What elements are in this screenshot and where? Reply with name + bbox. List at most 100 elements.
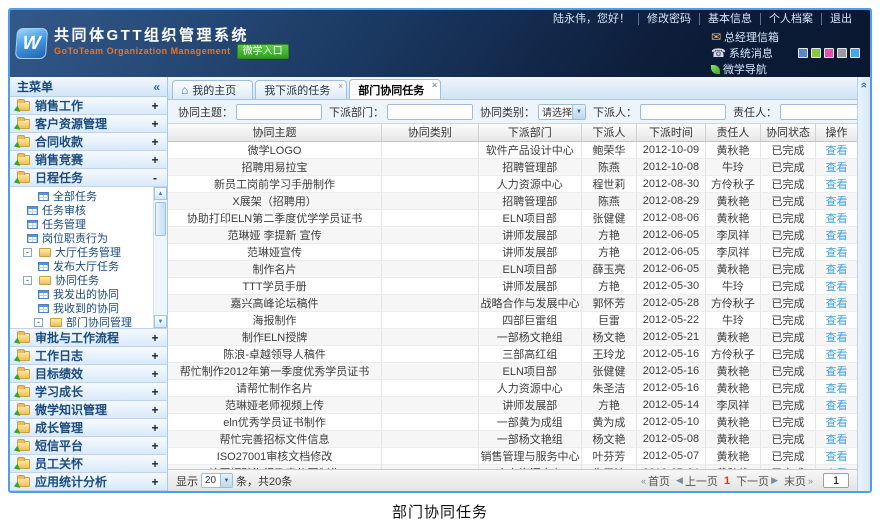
view-link[interactable]: 查看 (826, 349, 848, 361)
view-link[interactable]: 查看 (826, 196, 848, 208)
sidebar-tree-item[interactable]: 任务审核 (12, 203, 153, 217)
tree-item[interactable]: 发布大厅任务 (34, 260, 123, 273)
tree-collapse-icon[interactable]: - (34, 318, 43, 327)
sidebar-tree-item[interactable]: -部门协同管理 (12, 315, 153, 328)
sidebar-collapse-icon[interactable]: « (153, 80, 160, 94)
sidebar-tree-item[interactable]: 我收到的协同 (12, 301, 153, 315)
main-scrollbar[interactable]: » (857, 77, 870, 491)
expand-icon[interactable]: + (150, 367, 160, 381)
expand-icon[interactable]: + (150, 421, 160, 435)
close-icon[interactable]: × (432, 80, 437, 90)
view-link[interactable]: 查看 (826, 434, 848, 446)
tree-item[interactable]: 我发出的协同 (34, 288, 123, 301)
collapse-icon[interactable]: - (150, 171, 160, 185)
filter-select[interactable]: 请选择▼ (538, 104, 586, 120)
quick-link[interactable]: ☎系统消息 (711, 45, 779, 61)
view-link[interactable]: 查看 (826, 366, 848, 378)
tree-collapse-icon[interactable]: - (23, 248, 32, 257)
sidebar-tree-item[interactable]: 我发出的协同 (12, 287, 153, 301)
close-icon[interactable]: × (338, 81, 343, 91)
view-link[interactable]: 查看 (826, 213, 848, 225)
view-link[interactable]: 查看 (826, 230, 848, 242)
expand-icon[interactable]: + (150, 385, 160, 399)
view-link[interactable]: 查看 (826, 162, 848, 174)
view-link[interactable]: 查看 (826, 179, 848, 191)
theme-swatch[interactable] (850, 48, 860, 58)
expand-icon[interactable]: + (150, 117, 160, 131)
sidebar-group-item[interactable]: 微学知识管理+ (10, 401, 167, 419)
sidebar-group-item[interactable]: 销售竞赛+ (10, 151, 167, 169)
sidebar-tree-item[interactable]: 任务管理 (12, 217, 153, 231)
sidebar-group-item[interactable]: 日程任务- (10, 169, 167, 187)
header-link[interactable]: 个人档案 (760, 13, 821, 25)
header-link[interactable]: 基本信息 (699, 13, 760, 25)
view-link[interactable]: 查看 (826, 298, 848, 310)
tab-item[interactable]: ⌂我的主页 (172, 80, 253, 99)
filter-input[interactable] (387, 104, 473, 120)
quick-link[interactable]: 微学导航 (711, 61, 779, 77)
tree-item[interactable]: 大厅任务管理 (35, 246, 125, 259)
expand-icon[interactable]: + (150, 99, 160, 113)
header-link[interactable]: 退出 (821, 13, 860, 25)
view-link[interactable]: 查看 (826, 383, 848, 395)
sidebar-group-item[interactable]: 成长管理+ (10, 419, 167, 437)
tree-item[interactable]: 任务管理 (23, 218, 90, 231)
view-link[interactable]: 查看 (826, 145, 848, 157)
sidebar-group-item[interactable]: 目标绩效+ (10, 365, 167, 383)
view-link[interactable]: 查看 (826, 451, 848, 463)
prev-page-button[interactable]: ◀ 上一页 (676, 473, 718, 489)
quick-link[interactable]: ✉总经理信箱 (711, 29, 779, 45)
view-link[interactable]: 查看 (826, 417, 848, 429)
next-page-button[interactable]: 下一页 ▶ (736, 473, 778, 489)
view-link[interactable]: 查看 (826, 400, 848, 412)
tree-item[interactable]: 任务审核 (23, 204, 90, 217)
last-page-button[interactable]: 末页 » (784, 473, 813, 489)
view-link[interactable]: 查看 (826, 315, 848, 327)
view-link[interactable]: 查看 (826, 332, 848, 344)
expand-icon[interactable]: + (150, 475, 160, 489)
scroll-up-icon[interactable]: ▲ (154, 187, 167, 200)
expand-icon[interactable]: + (150, 349, 160, 363)
theme-swatch[interactable] (798, 48, 808, 58)
sidebar-group-item[interactable]: 应用统计分析+ (10, 473, 167, 491)
tree-collapse-icon[interactable]: - (23, 276, 32, 285)
header-link[interactable]: 修改密码 (638, 13, 699, 25)
sidebar-group-item[interactable]: 销售工作+ (10, 97, 167, 115)
tab-active[interactable]: 部门协同任务× (349, 79, 441, 99)
sidebar-tree-item[interactable]: 岗位职责行为 (12, 231, 153, 245)
collapse-panel-icon[interactable]: » (859, 82, 869, 88)
sidebar-group-item[interactable]: 合同收款+ (10, 133, 167, 151)
sidebar-tree-item[interactable]: 发布大厅任务 (12, 259, 153, 273)
tree-scrollbar[interactable]: ▲ ▼ (153, 187, 167, 328)
view-link[interactable]: 查看 (826, 281, 848, 293)
filter-input[interactable] (236, 104, 322, 120)
sidebar-group-item[interactable]: 工作日志+ (10, 347, 167, 365)
scroll-thumb[interactable] (155, 202, 166, 236)
weixue-entry-button[interactable]: 微学入口 (237, 44, 289, 59)
theme-swatch[interactable] (837, 48, 847, 58)
page-size-select[interactable]: 20 ▼ (201, 473, 233, 488)
expand-icon[interactable]: + (150, 457, 160, 471)
page-number-input[interactable] (823, 473, 849, 488)
sidebar-group-item[interactable]: 短信平台+ (10, 437, 167, 455)
expand-icon[interactable]: + (150, 403, 160, 417)
sidebar-group-item[interactable]: 客户资源管理+ (10, 115, 167, 133)
sidebar-group-item[interactable]: 审批与工作流程+ (10, 329, 167, 347)
theme-swatch[interactable] (811, 48, 821, 58)
sidebar-tree-item[interactable]: -大厅任务管理 (12, 245, 153, 259)
view-link[interactable]: 查看 (826, 247, 848, 259)
tree-item[interactable]: 全部任务 (34, 190, 101, 203)
theme-swatch[interactable] (824, 48, 834, 58)
tree-item[interactable]: 协同任务 (35, 274, 103, 287)
expand-icon[interactable]: + (150, 135, 160, 149)
expand-icon[interactable]: + (150, 439, 160, 453)
filter-input[interactable] (780, 104, 866, 120)
first-page-button[interactable]: « 首页 (641, 473, 670, 489)
tree-item[interactable]: 部门协同管理 (46, 316, 136, 329)
tab-item[interactable]: 我下派的任务× (255, 80, 347, 99)
tree-item[interactable]: 岗位职责行为 (23, 232, 112, 245)
expand-icon[interactable]: + (150, 153, 160, 167)
sidebar-group-item[interactable]: 学习成长+ (10, 383, 167, 401)
expand-icon[interactable]: + (150, 331, 160, 345)
filter-input[interactable] (640, 104, 726, 120)
